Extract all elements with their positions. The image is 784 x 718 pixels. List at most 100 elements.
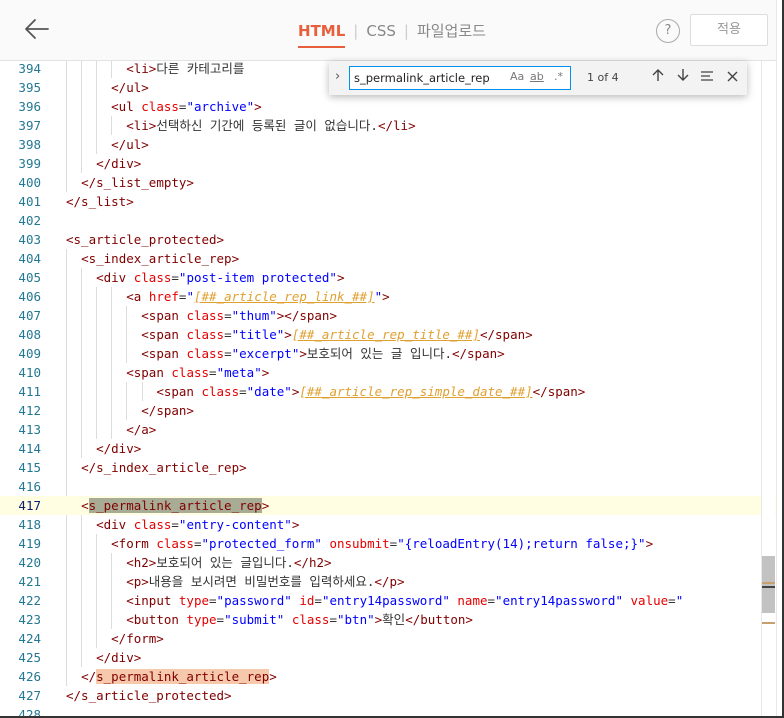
line-number: 411 [18,384,41,399]
code-text: <form class="protected_form" onsubmit="{… [111,536,654,551]
code-line[interactable]: 423 <button type="submit" class="btn">확인… [0,610,784,629]
code-text: </s_permalink_article_rep> [81,669,277,684]
code-line[interactable]: 425 </div> [0,648,784,667]
line-number: 421 [18,574,41,589]
code-text: <span class="title">[##_article_rep_titl… [141,327,533,342]
code-text: </s_list> [66,194,134,209]
code-line[interactable]: 397 <li>선택하신 기간에 등록된 글이 없습니다.</li> [0,116,784,135]
line-number: 412 [18,403,41,418]
code-text: <li>선택하신 기간에 등록된 글이 없습니다.</li> [126,118,416,133]
code-text: </s_list_empty> [81,175,194,190]
code-text: <h2>보호되어 있는 글입니다.</h2> [126,555,332,570]
code-text: <div class="post-item protected"> [96,270,345,285]
code-text: </div> [96,156,142,171]
find-widget: › s_permalink_article_rep Aa ab .* 1 of … [329,61,747,95]
code-text: <a href="[##_article_rep_link_##]"> [126,289,390,304]
line-number: 400 [18,175,41,190]
line-number: 413 [18,422,41,437]
line-number: 422 [18,593,41,608]
code-line[interactable]: 426 </s_permalink_article_rep> [0,667,784,686]
code-editor[interactable]: 394 <li>다른 카테고리를 395 </ul> 396 <ul class=… [0,61,784,718]
line-number: 426 [18,669,41,684]
vertical-scrollbar[interactable] [761,61,775,718]
tab-css[interactable]: CSS [362,22,400,40]
code-line[interactable]: 412 </span> [0,401,784,420]
code-line[interactable]: 409 <span class="excerpt">보호되어 있는 글 입니다.… [0,344,784,363]
code-text: </form> [111,631,164,646]
line-number: 414 [18,441,41,456]
code-line[interactable]: 411 <span class="date">[##_article_rep_s… [0,382,784,401]
overview-ruler-match [762,622,775,624]
close-icon[interactable] [722,68,742,88]
arrow-up-icon[interactable] [648,68,668,88]
code-line[interactable]: 402 [0,211,784,230]
code-line[interactable]: 399 </div> [0,154,784,173]
code-line[interactable]: 427 </s_article_protected> [0,686,784,705]
line-number: 427 [18,688,41,703]
line-number: 420 [18,555,41,570]
code-line[interactable]: 424 </form> [0,629,784,648]
code-text: </div> [96,650,142,665]
tab-html[interactable]: HTML [294,22,349,48]
line-number: 419 [18,536,41,551]
code-line[interactable]: 420 <h2>보호되어 있는 글입니다.</h2> [0,553,784,572]
code-line[interactable]: 408 <span class="title">[##_article_rep_… [0,325,784,344]
code-line[interactable]: 404 <s_index_article_rep> [0,249,784,268]
code-text: </ul> [111,137,149,152]
line-number: 409 [18,346,41,361]
code-line[interactable]: 410 <span class="meta"> [0,363,784,382]
code-text: <button type="submit" class="btn">확인</bu… [126,612,473,627]
line-number: 406 [18,289,41,304]
line-number: 417 [18,498,41,513]
code-line[interactable]: 419 <form class="protected_form" onsubmi… [0,534,784,553]
line-number: 401 [18,194,41,209]
chevron-right-icon[interactable]: › [335,69,340,84]
code-line[interactable]: 396 <ul class="archive"> [0,97,784,116]
code-text: </s_article_protected> [66,688,232,703]
line-number: 403 [18,232,41,247]
line-number: 404 [18,251,41,266]
code-text: </div> [96,441,142,456]
line-number: 423 [18,612,41,627]
code-line[interactable]: 406 <a href="[##_article_rep_link_##]"> [0,287,784,306]
code-line[interactable]: 417 <s_permalink_article_rep> [0,496,784,515]
code-line[interactable]: 413 </a> [0,420,784,439]
tab-divider: | [403,22,409,40]
code-text: <span class="date">[##_article_rep_simpl… [156,384,586,399]
line-number: 425 [18,650,41,665]
code-text: <span class="excerpt">보호되어 있는 글 입니다.</sp… [141,346,505,361]
lines-icon[interactable] [697,68,717,88]
question-circle-icon[interactable]: ? [656,19,680,43]
code-line[interactable]: 407 <span class="thum"></span> [0,306,784,325]
arrow-down-icon[interactable] [673,68,693,88]
code-line[interactable]: 405 <div class="post-item protected"> [0,268,784,287]
line-number: 394 [18,61,41,76]
code-line[interactable]: 398 </ul> [0,135,784,154]
code-line[interactable]: 403 <s_article_protected> [0,230,784,249]
code-line[interactable]: 415 </s_index_article_rep> [0,458,784,477]
code-line[interactable]: 421 <p>내용을 보시려면 비밀번호를 입력하세요.</p> [0,572,784,591]
code-text: <s_permalink_article_rep> [81,498,270,513]
line-number: 398 [18,137,41,152]
code-text: <p>내용을 보시려면 비밀번호를 입력하세요.</p> [126,574,405,589]
match-case-toggle[interactable]: Aa [510,70,524,83]
code-text: <span class="meta"> [126,365,270,380]
line-number: 418 [18,517,41,532]
code-text: <span class="thum"></span> [141,308,337,323]
whole-word-toggle[interactable]: ab [530,70,544,83]
tab-file-upload[interactable]: 파일업로드 [413,20,490,41]
regex-toggle[interactable]: .* [554,70,563,83]
code-line[interactable]: 400 </s_list_empty> [0,173,784,192]
scrollbar-thumb[interactable] [762,556,775,613]
code-line[interactable]: 414 </div> [0,439,784,458]
code-text: <s_index_article_rep> [81,251,240,266]
code-line[interactable]: 416 [0,477,784,496]
code-line[interactable]: 422 <input type="password" id="entry14pa… [0,591,784,610]
line-number: 410 [18,365,41,380]
apply-button[interactable]: 적용 [690,14,768,46]
line-number: 399 [18,156,41,171]
code-text: <s_article_protected> [66,232,225,247]
code-line[interactable]: 401 </s_list> [0,192,784,211]
line-number: 407 [18,308,41,323]
code-line[interactable]: 418 <div class="entry-content"> [0,515,784,534]
